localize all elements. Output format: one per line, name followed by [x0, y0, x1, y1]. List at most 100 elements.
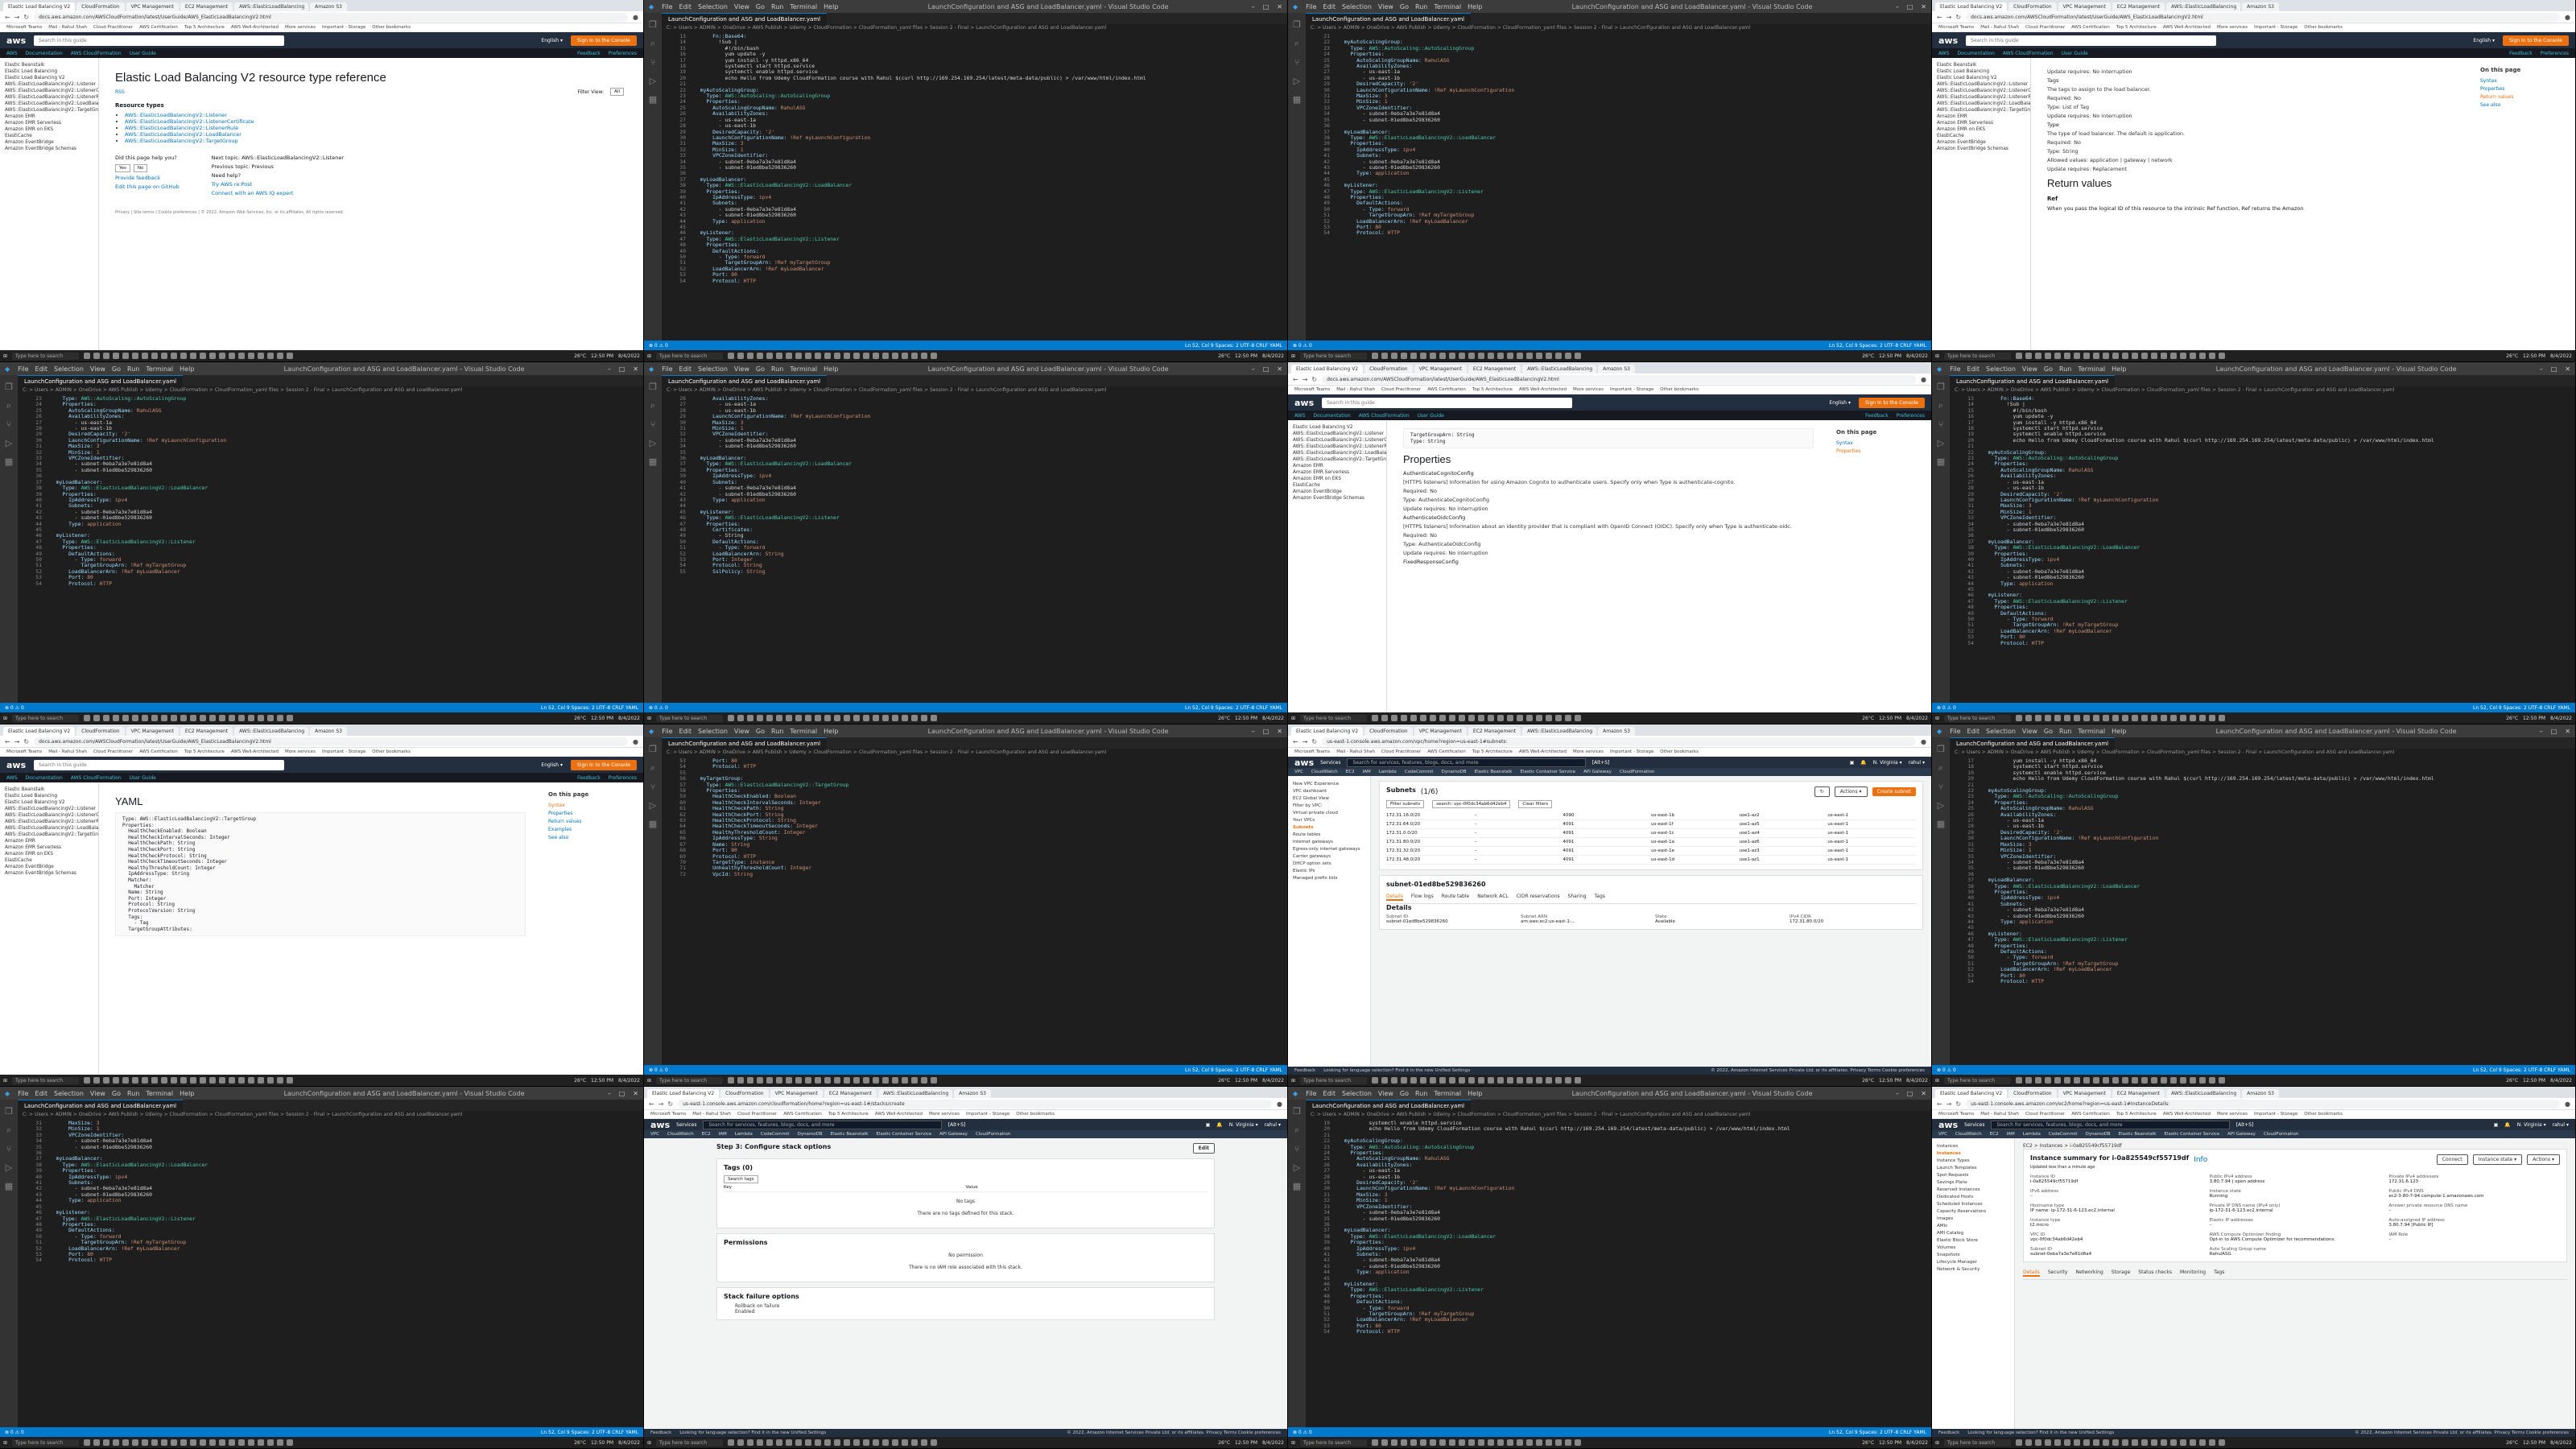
taskbar-app-icon[interactable] [873, 353, 880, 359]
breadcrumb-item[interactable]: User Guide [130, 51, 156, 56]
edit-github-link[interactable]: Edit this page on GitHub [115, 184, 180, 190]
favorite-service[interactable]: IAM [719, 1132, 727, 1137]
taskbar-search[interactable]: Type here to search [12, 714, 80, 722]
taskbar-app-icon[interactable] [113, 1439, 120, 1446]
vscode-menu-item[interactable]: Edit [1967, 365, 1980, 373]
extensions-icon[interactable]: ▦ [649, 819, 657, 829]
taskbar-app-icon[interactable] [229, 715, 236, 721]
profile-icon[interactable]: ● [2565, 14, 2570, 21]
taskbar-app-icon[interactable] [2199, 715, 2207, 721]
code-area[interactable]: 19 systemctl enable httpd.service 20 echo… [1306, 1119, 1931, 1427]
explorer-icon[interactable]: ❐ [1937, 744, 1945, 754]
taskbar-app-icon[interactable] [267, 1077, 275, 1084]
taskbar-app-icon[interactable] [277, 1077, 284, 1084]
vscode-menu-item[interactable]: File [1306, 3, 1316, 10]
vscode-menu-item[interactable]: Run [127, 365, 139, 373]
status-problems[interactable]: ⊗ 0 ⚠ 0 [649, 343, 668, 349]
vscode-menu-item[interactable]: Selection [54, 1090, 84, 1097]
taskbar-app-icon[interactable] [180, 1439, 188, 1446]
prop-type-link[interactable]: Type: AuthenticateCognitoConfig [1403, 497, 1814, 503]
maximize-icon[interactable]: □ [1263, 728, 1269, 735]
favorite-service[interactable]: IAM [2007, 1132, 2015, 1137]
favorite-service[interactable]: Lambda [2023, 1132, 2041, 1137]
region-select[interactable]: N. Virginia ▾ [2517, 1122, 2546, 1128]
vscode-menu-item[interactable]: Go [112, 1090, 121, 1097]
footer-legal[interactable]: © 2022, Amazon Internet Services Private… [1711, 1068, 1925, 1073]
run-debug-icon[interactable]: ▷ [650, 438, 656, 448]
browser-tab[interactable]: VPC Management [1414, 727, 1467, 736]
filter-view-select[interactable]: All [610, 88, 624, 96]
code-area[interactable]: 21 22 myAutoScalingGroup: 23 Type: AWS::Au… [1306, 32, 1931, 341]
minimize-icon[interactable]: – [608, 365, 611, 373]
taskbar-app-icon[interactable] [1575, 1077, 1582, 1084]
taskbar-app-icon[interactable] [834, 353, 841, 359]
taskbar-app-icon[interactable] [1401, 715, 1408, 721]
vscode-menu-item[interactable]: Edit [679, 365, 692, 373]
taskbar-app-icon[interactable] [113, 1077, 120, 1084]
notifications-icon[interactable]: 🔔 [2504, 1122, 2510, 1128]
taskbar-app-icon[interactable] [113, 715, 120, 721]
docs-nav-item[interactable]: Elastic Beanstalk [5, 63, 93, 68]
vscode-menu-item[interactable]: Selection [1342, 3, 1372, 10]
bookmark-item[interactable]: More services [2217, 25, 2248, 30]
taskbar-search[interactable]: Type here to search [656, 1076, 724, 1084]
vscode-menu-item[interactable]: Selection [1986, 365, 2016, 373]
close-icon[interactable]: ✕ [1277, 3, 1282, 10]
taskbar-app-icon[interactable] [902, 1439, 909, 1446]
browser-tab[interactable]: AWS::ElasticLoadBalancing [878, 1089, 953, 1098]
forward-icon[interactable]: → [14, 738, 20, 745]
docs-nav-item[interactable]: Amazon EMR on EKS [1937, 127, 2025, 132]
source-control-icon[interactable]: ⑂ [6, 1144, 12, 1154]
ec2-breadcrumb[interactable]: EC2 > Instances > i-0a825549cf55719df [2023, 1143, 2567, 1149]
favorite-service[interactable]: DynamoDB [1442, 770, 1467, 774]
favorite-service[interactable]: VPC [1294, 770, 1303, 774]
vscode-menu-item[interactable]: View [2022, 365, 2037, 373]
bookmark-item[interactable]: Important - Storage [1610, 749, 1653, 754]
cloudshell-icon[interactable]: ▣ [1206, 1122, 1211, 1128]
docs-nav-item[interactable]: Amazon EMR [5, 114, 93, 119]
taskbar-app-icon[interactable] [2045, 353, 2052, 359]
vpc-nav-item[interactable]: EC2 Global View [1293, 796, 1365, 801]
taskbar-app-icon[interactable] [805, 715, 812, 721]
bookmark-item[interactable]: Microsoft Teams [1294, 387, 1330, 392]
run-debug-icon[interactable]: ▷ [650, 800, 656, 811]
taskbar-app-icon[interactable] [1468, 353, 1476, 359]
taskbar-app-icon[interactable] [1430, 353, 1437, 359]
taskbar-app-icon[interactable] [786, 715, 793, 721]
instance-tab[interactable]: Storage [2112, 1269, 2130, 1277]
browser-tab[interactable]: VPC Management [1414, 365, 1467, 374]
favorite-service[interactable]: Elastic Beanstalk [831, 1132, 869, 1137]
vscode-menu-item[interactable]: File [662, 3, 672, 10]
taskbar-app-icon[interactable] [1410, 1077, 1418, 1084]
vscode-menu-item[interactable]: Edit [1323, 3, 1336, 10]
vscode-menu-item[interactable]: Help [824, 365, 838, 373]
taskbar-app-icon[interactable] [1536, 1439, 1543, 1446]
bookmark-item[interactable]: Mail - Rahul Shah [692, 1112, 731, 1117]
account-menu[interactable]: rahul ▾ [1265, 1122, 1281, 1128]
windows-start-icon[interactable]: ⊞ [3, 1078, 7, 1084]
taskbar-app-icon[interactable] [844, 353, 851, 359]
resource-link[interactable]: AWS::ElasticLoadBalancingV2::Listener [125, 112, 227, 118]
browser-tab[interactable]: Amazon S3 [2242, 2, 2279, 11]
connect-button[interactable]: Connect [2436, 1154, 2468, 1165]
taskbar-app-icon[interactable] [2190, 1439, 2197, 1446]
taskbar-app-icon[interactable] [200, 1077, 207, 1084]
taskbar-app-icon[interactable] [2190, 353, 2197, 359]
taskbar-app-icon[interactable] [921, 1439, 928, 1446]
ec2-nav-item[interactable]: Instances [1937, 1144, 2009, 1149]
browser-tab[interactable]: CloudFormation [1364, 727, 1413, 736]
taskbar-app-icon[interactable] [1391, 1439, 1398, 1446]
taskbar-app-icon[interactable] [2016, 1077, 2023, 1084]
vpc-nav-item[interactable]: New VPC Experience [1293, 782, 1365, 786]
taskbar-app-icon[interactable] [2112, 1439, 2120, 1446]
services-menu[interactable]: Services [1964, 1122, 1984, 1128]
taskbar-app-icon[interactable] [2122, 1439, 2129, 1446]
status-position[interactable]: Ln 52, Col 9 Spaces: 2 UTF-8 CRLF YAML [1185, 343, 1282, 349]
windows-start-icon[interactable]: ⊞ [3, 353, 7, 359]
taskbar-app-icon[interactable] [2170, 715, 2178, 721]
browser-tab[interactable]: EC2 Management [1468, 365, 1521, 374]
taskbar-app-icon[interactable] [2093, 353, 2100, 359]
taskbar-app-icon[interactable] [1517, 1077, 1524, 1084]
taskbar-app-icon[interactable] [2219, 1439, 2226, 1446]
taskbar-app-icon[interactable] [2219, 715, 2226, 721]
